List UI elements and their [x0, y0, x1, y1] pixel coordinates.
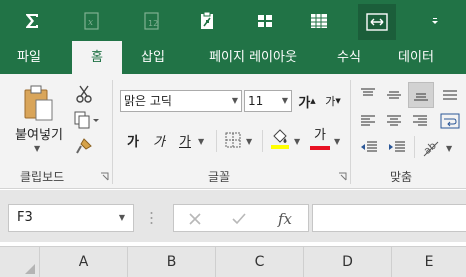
font-color-swatch	[310, 146, 330, 150]
formula-buttons: fx	[173, 204, 309, 232]
font-color-label: 가	[314, 128, 326, 143]
italic-button[interactable]: 가	[148, 128, 170, 152]
shrink-font-label: 가	[325, 95, 336, 108]
shrink-font-button[interactable]: 가 ▼	[322, 90, 344, 112]
grid-layout-icon[interactable]	[250, 6, 280, 36]
table-icon[interactable]	[304, 6, 334, 36]
svg-text:x: x	[88, 18, 93, 28]
fill-color-icon[interactable]	[268, 126, 292, 150]
column-header-c[interactable]: C	[216, 247, 304, 277]
format-painter-icon[interactable]	[72, 134, 96, 158]
wrap-text-icon[interactable]	[436, 110, 464, 132]
grow-font-label: 가	[298, 95, 311, 111]
paste-button[interactable]	[14, 82, 60, 126]
column-headers: A B C D E	[0, 246, 466, 277]
formula-bar-area: F3 ▼ fx	[0, 190, 466, 242]
tab-file[interactable]: 파일	[4, 41, 54, 74]
align-center-icon[interactable]	[382, 110, 406, 132]
qat-dropdown-icon[interactable]	[420, 6, 450, 36]
column-header-e[interactable]: E	[392, 247, 466, 277]
cancel-icon[interactable]	[184, 209, 206, 229]
tab-home[interactable]: 홈	[72, 41, 122, 74]
clipboard-launcher-icon[interactable]	[100, 172, 109, 181]
font-group-label: 글꼴	[208, 170, 231, 184]
text-orientation-dropdown-icon[interactable]: ▼	[446, 144, 452, 153]
font-sub-divider	[216, 130, 217, 152]
font-sub-divider-2	[262, 130, 263, 152]
formula-bar-grip[interactable]	[150, 210, 153, 226]
svg-text:12: 12	[148, 19, 158, 28]
cut-icon[interactable]	[72, 82, 96, 106]
name-box[interactable]: F3 ▼	[8, 204, 134, 232]
tab-page-layout[interactable]: 페이지 레이아웃	[188, 41, 318, 74]
align-left-icon[interactable]	[356, 110, 380, 132]
ribbon-tabs: 파일 홈 삽입 페이지 레이아웃 수식 데이터	[0, 41, 466, 74]
font-name-value: 맑은 고딕	[124, 94, 172, 108]
align-top-icon[interactable]	[356, 84, 380, 106]
clipboard-chart-icon[interactable]	[192, 6, 222, 36]
fill-color-swatch	[271, 145, 289, 149]
clipboard-group-label: 클립보드	[20, 170, 65, 184]
font-name-box[interactable]: 맑은 고딕 ▼	[120, 90, 242, 112]
tab-data[interactable]: 데이터	[384, 41, 448, 74]
shrink-font-caret-icon: ▼	[335, 97, 341, 105]
svg-text:ab: ab	[422, 140, 439, 156]
column-header-d[interactable]: D	[304, 247, 392, 277]
select-all-corner[interactable]	[0, 247, 40, 277]
align-right-icon[interactable]	[408, 110, 432, 132]
font-launcher-icon[interactable]	[338, 172, 347, 181]
copy-icon[interactable]	[72, 108, 100, 132]
autosum-icon[interactable]	[17, 6, 47, 36]
fit-width-icon[interactable]	[358, 4, 396, 40]
borders-icon[interactable]	[222, 128, 244, 152]
align-sub-divider	[414, 136, 415, 158]
insert-function-button[interactable]: fx	[272, 208, 298, 230]
grow-font-caret-icon: ▲	[310, 97, 316, 105]
font-size-dropdown-icon[interactable]: ▼	[282, 91, 288, 111]
underline-button[interactable]: 가	[174, 128, 196, 152]
formula-input[interactable]	[312, 204, 466, 232]
tab-insert[interactable]: 삽입	[128, 41, 178, 74]
quick-access-toolbar: x 12	[0, 0, 466, 41]
group-divider	[112, 80, 113, 184]
name-box-dropdown-icon[interactable]: ▼	[119, 205, 125, 231]
font-name-dropdown-icon[interactable]: ▼	[232, 91, 238, 111]
orientation-icon[interactable]	[438, 84, 462, 106]
group-divider-2	[350, 80, 351, 184]
increase-indent-icon[interactable]	[384, 136, 410, 158]
insert-function-disabled-icon[interactable]: x	[77, 6, 107, 36]
paste-dropdown-icon[interactable]: ▼	[34, 144, 40, 153]
borders-dropdown-icon[interactable]: ▼	[246, 137, 252, 146]
bold-button[interactable]: 가	[122, 128, 144, 152]
format-number-disabled-icon[interactable]: 12	[137, 6, 167, 36]
grow-font-button[interactable]: 가 ▲	[296, 90, 318, 112]
font-color-dropdown-icon[interactable]: ▼	[334, 137, 340, 146]
column-header-b[interactable]: B	[128, 247, 216, 277]
alignment-group-label: 맞춤	[390, 170, 413, 184]
align-bottom-icon[interactable]	[408, 82, 434, 108]
decrease-indent-icon[interactable]	[356, 136, 382, 158]
font-size-box[interactable]: 11 ▼	[244, 90, 292, 112]
enter-icon[interactable]	[228, 209, 250, 229]
tab-formulas[interactable]: 수식	[326, 41, 372, 74]
column-header-a[interactable]: A	[40, 247, 128, 277]
fill-color-dropdown-icon[interactable]: ▼	[294, 137, 300, 146]
paste-label[interactable]: 붙여넣기	[8, 124, 70, 143]
underline-dropdown-icon[interactable]: ▼	[198, 137, 204, 146]
name-box-value: F3	[17, 210, 33, 225]
font-color-button[interactable]: 가	[308, 126, 332, 152]
text-orientation-icon[interactable]: ab	[418, 134, 444, 160]
font-size-value: 11	[248, 94, 264, 108]
align-middle-icon[interactable]	[382, 84, 406, 106]
ribbon: 붙여넣기 ▼ 클립보드 맑은 고딕 ▼ 11 ▼ 가 ▲ 가 ▼ 가 가 가 ▼…	[0, 74, 466, 189]
